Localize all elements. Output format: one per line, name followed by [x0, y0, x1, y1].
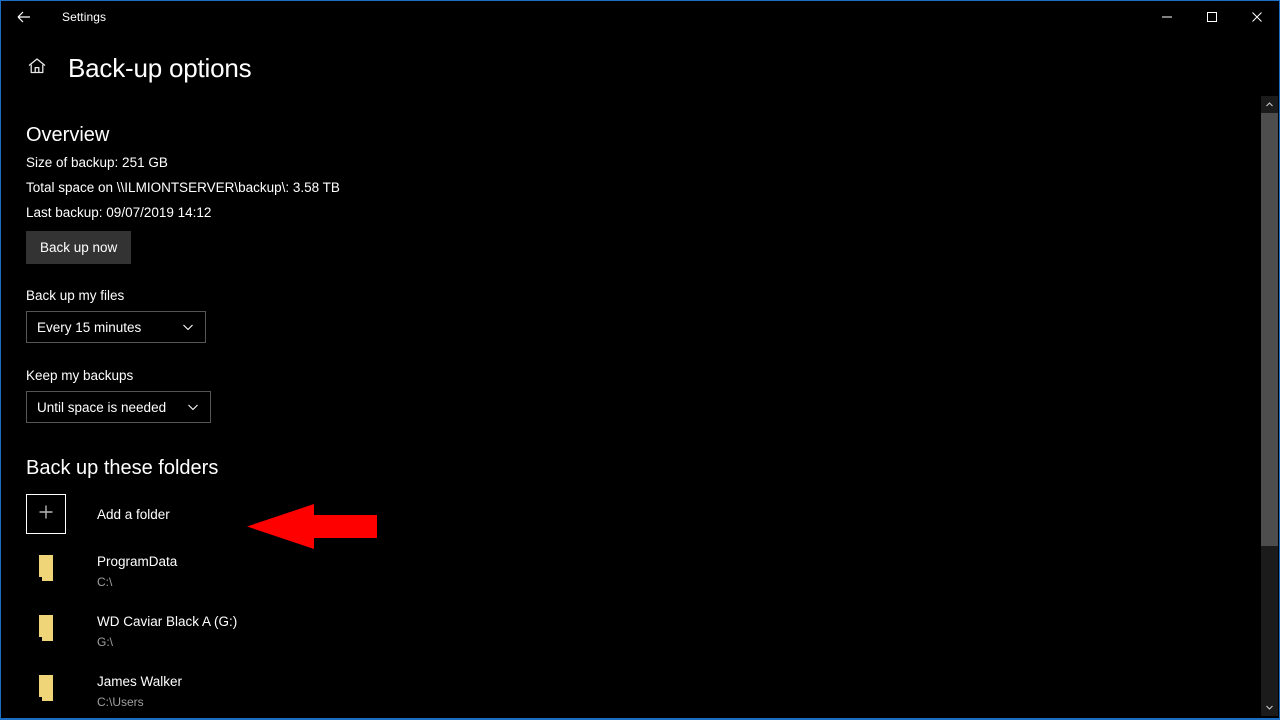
overview-heading: Overview	[26, 124, 110, 146]
scroll-down-button[interactable]	[1261, 699, 1278, 716]
keep-backups-dropdown[interactable]: Until space is needed	[26, 391, 211, 423]
vertical-scrollbar[interactable]	[1261, 96, 1278, 716]
folder-name: James Walker	[97, 674, 183, 689]
folder-icon	[26, 613, 66, 641]
chevron-down-icon	[181, 320, 195, 334]
backup-frequency-value: Every 15 minutes	[37, 319, 142, 335]
back-button[interactable]	[1, 1, 47, 32]
plus-icon	[36, 502, 56, 527]
folder-item-text: ProgramData C:\	[97, 553, 177, 591]
folder-list-item[interactable]: WD Caviar Black A (G:) G:\	[26, 613, 1257, 651]
home-button[interactable]	[23, 55, 51, 82]
keep-backups-value: Until space is needed	[37, 399, 167, 415]
folder-icon	[26, 673, 66, 701]
folders-heading: Back up these folders	[26, 457, 219, 479]
settings-window: Settings Back-up options Overview Size o…	[0, 0, 1280, 720]
title-bar: Settings	[1, 1, 1279, 32]
minimize-icon	[1161, 11, 1173, 23]
add-folder-label: Add a folder	[97, 506, 170, 522]
page-header: Back-up options	[1, 53, 252, 84]
back-arrow-icon	[14, 7, 34, 27]
folder-icon	[26, 553, 66, 581]
folder-path: C:\Users	[97, 695, 144, 709]
maximize-button[interactable]	[1189, 1, 1234, 32]
caption-button-group	[1144, 1, 1279, 32]
maximize-icon	[1206, 11, 1218, 23]
folder-item-text: James Walker C:\Users	[97, 673, 182, 711]
folder-name: WD Caviar Black A (G:)	[97, 614, 238, 629]
overview-last-backup-line: Last backup: 09/07/2019 14:12	[26, 205, 212, 220]
overview-space-line: Total space on \\ILMIONTSERVER\backup\: …	[26, 180, 340, 195]
app-title: Settings	[62, 9, 107, 24]
home-icon	[26, 55, 48, 82]
folder-path: G:\	[97, 635, 114, 649]
settings-content: Overview Size of backup: 251 GB Total sp…	[1, 101, 1257, 718]
close-button[interactable]	[1234, 1, 1279, 32]
folder-list-item[interactable]: James Walker C:\Users	[26, 673, 1257, 711]
add-folder-button[interactable]	[26, 494, 66, 534]
folder-name: ProgramData	[97, 554, 178, 569]
chevron-down-icon	[1265, 699, 1274, 717]
backup-frequency-label: Back up my files	[26, 288, 125, 303]
red-left-arrow	[247, 504, 377, 549]
minimize-button[interactable]	[1144, 1, 1189, 32]
folder-list-item[interactable]: ProgramData C:\	[26, 553, 1257, 591]
scroll-up-button[interactable]	[1261, 96, 1278, 113]
keep-backups-label: Keep my backups	[26, 368, 134, 383]
folder-path: C:\	[97, 575, 113, 589]
scroll-thumb[interactable]	[1261, 113, 1278, 546]
chevron-up-icon	[1265, 96, 1274, 114]
backup-frequency-dropdown[interactable]: Every 15 minutes	[26, 311, 206, 343]
add-folder-row[interactable]: Add a folder	[26, 494, 1257, 534]
folder-item-text: WD Caviar Black A (G:) G:\	[97, 613, 237, 651]
back-up-now-button[interactable]: Back up now	[26, 231, 132, 264]
close-icon	[1251, 11, 1263, 23]
overview-size-line: Size of backup: 251 GB	[26, 155, 168, 170]
page-title: Back-up options	[68, 53, 252, 83]
chevron-down-icon	[186, 400, 200, 414]
